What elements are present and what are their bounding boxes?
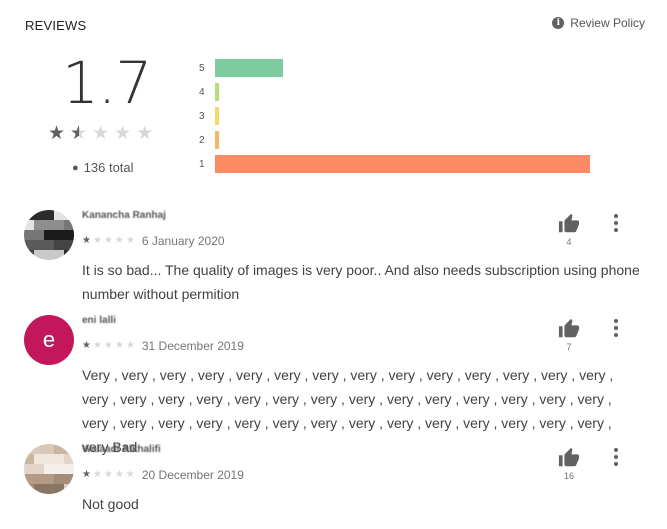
review-meta: ★★★★★ 6 January 2020	[82, 234, 225, 248]
section-title: REVIEWS	[25, 18, 87, 33]
review-meta: ★★★★★ 31 December 2019	[82, 339, 244, 353]
review-date: 31 December 2019	[141, 339, 244, 353]
average-rating-stars: ★ ★ ★ ★ ★	[48, 124, 153, 143]
histogram-bar	[215, 107, 219, 125]
thumbs-up-icon	[558, 213, 580, 233]
more-options-icon[interactable]	[611, 214, 621, 232]
histogram-label: 3	[199, 110, 205, 122]
review-meta: ★★★★★ 20 December 2019	[82, 468, 244, 482]
histogram-row-5: 5	[199, 58, 283, 78]
histogram-label: 4	[199, 86, 205, 98]
star-filled-icon: ★	[48, 123, 66, 144]
star-empty-icon: ★	[92, 235, 104, 246]
review-stars: ★★★★★	[82, 236, 137, 246]
total-ratings: ● 136 total	[72, 160, 134, 175]
review-text: Very , very , very , very , very , very …	[82, 367, 614, 455]
total-ratings-label: 136 total	[83, 160, 134, 175]
more-options-icon[interactable]	[611, 319, 621, 337]
avatar-photo	[24, 210, 74, 260]
histogram-row-4: 4	[199, 82, 219, 102]
histogram-bar	[215, 131, 219, 149]
thumbs-up-icon	[558, 447, 580, 467]
reviewer-avatar[interactable]: e	[24, 315, 74, 365]
review-policy-label: Review Policy	[570, 16, 645, 30]
reviewer-name: Kanancha Ranhaj	[82, 210, 166, 221]
review-stars: ★★★★★	[82, 341, 137, 351]
histogram-bar	[215, 83, 219, 101]
star-empty-icon: ★	[103, 235, 115, 246]
star-empty-icon: ★	[125, 469, 137, 480]
histogram-row-2: 2	[199, 130, 219, 150]
average-rating: 1.7	[62, 49, 152, 117]
reviewer-name: eni lalli	[82, 315, 116, 326]
star-empty-icon: ★	[114, 469, 126, 480]
star-empty-icon: ★	[92, 340, 104, 351]
review-date: 20 December 2019	[141, 468, 244, 482]
histogram-label: 2	[199, 134, 205, 146]
star-filled-icon: ★	[82, 340, 93, 351]
star-empty-icon: ★	[103, 340, 115, 351]
review-date: 6 January 2020	[141, 234, 225, 248]
review-text: Not good	[82, 496, 139, 512]
star-filled-icon: ★	[82, 235, 93, 246]
star-empty-icon: ★	[92, 123, 110, 144]
star-empty-icon: ★	[125, 340, 137, 351]
star-empty-icon: ★	[92, 469, 104, 480]
star-empty-icon: ★	[114, 123, 132, 144]
star-empty-icon: ★	[125, 235, 137, 246]
helpful-button[interactable]: 4	[555, 213, 583, 247]
info-icon: i	[552, 17, 565, 29]
review-policy-link[interactable]: i Review Policy	[552, 16, 645, 30]
histogram-bar	[215, 155, 590, 173]
star-half-icon: ★	[70, 124, 87, 143]
helpful-button[interactable]: 16	[555, 447, 583, 481]
helpful-count: 16	[563, 471, 574, 481]
star-empty-icon: ★	[103, 469, 115, 480]
person-icon: ●	[72, 161, 79, 174]
helpful-button[interactable]: 7	[555, 318, 583, 352]
star-empty-icon: ★	[136, 123, 154, 144]
histogram-row-3: 3	[199, 106, 219, 126]
review-text: It is so bad... The quality of images is…	[82, 262, 640, 302]
histogram-row-1: 1	[199, 154, 590, 174]
avatar-photo	[24, 444, 74, 494]
helpful-count: 7	[566, 342, 572, 352]
histogram-label: 1	[199, 158, 205, 170]
star-empty-icon: ★	[114, 340, 126, 351]
reviewer-avatar[interactable]	[24, 444, 74, 494]
star-empty-icon: ★	[114, 235, 126, 246]
histogram-label: 5	[199, 62, 205, 74]
histogram-bar	[215, 59, 283, 77]
reviewer-avatar[interactable]	[24, 210, 74, 260]
review-stars: ★★★★★	[82, 470, 137, 480]
more-options-icon[interactable]	[611, 448, 621, 466]
helpful-count: 4	[566, 237, 572, 247]
reviewer-name: Walaadi Alkhalifi	[82, 444, 161, 455]
star-filled-icon: ★	[82, 469, 93, 480]
thumbs-up-icon	[558, 318, 580, 338]
